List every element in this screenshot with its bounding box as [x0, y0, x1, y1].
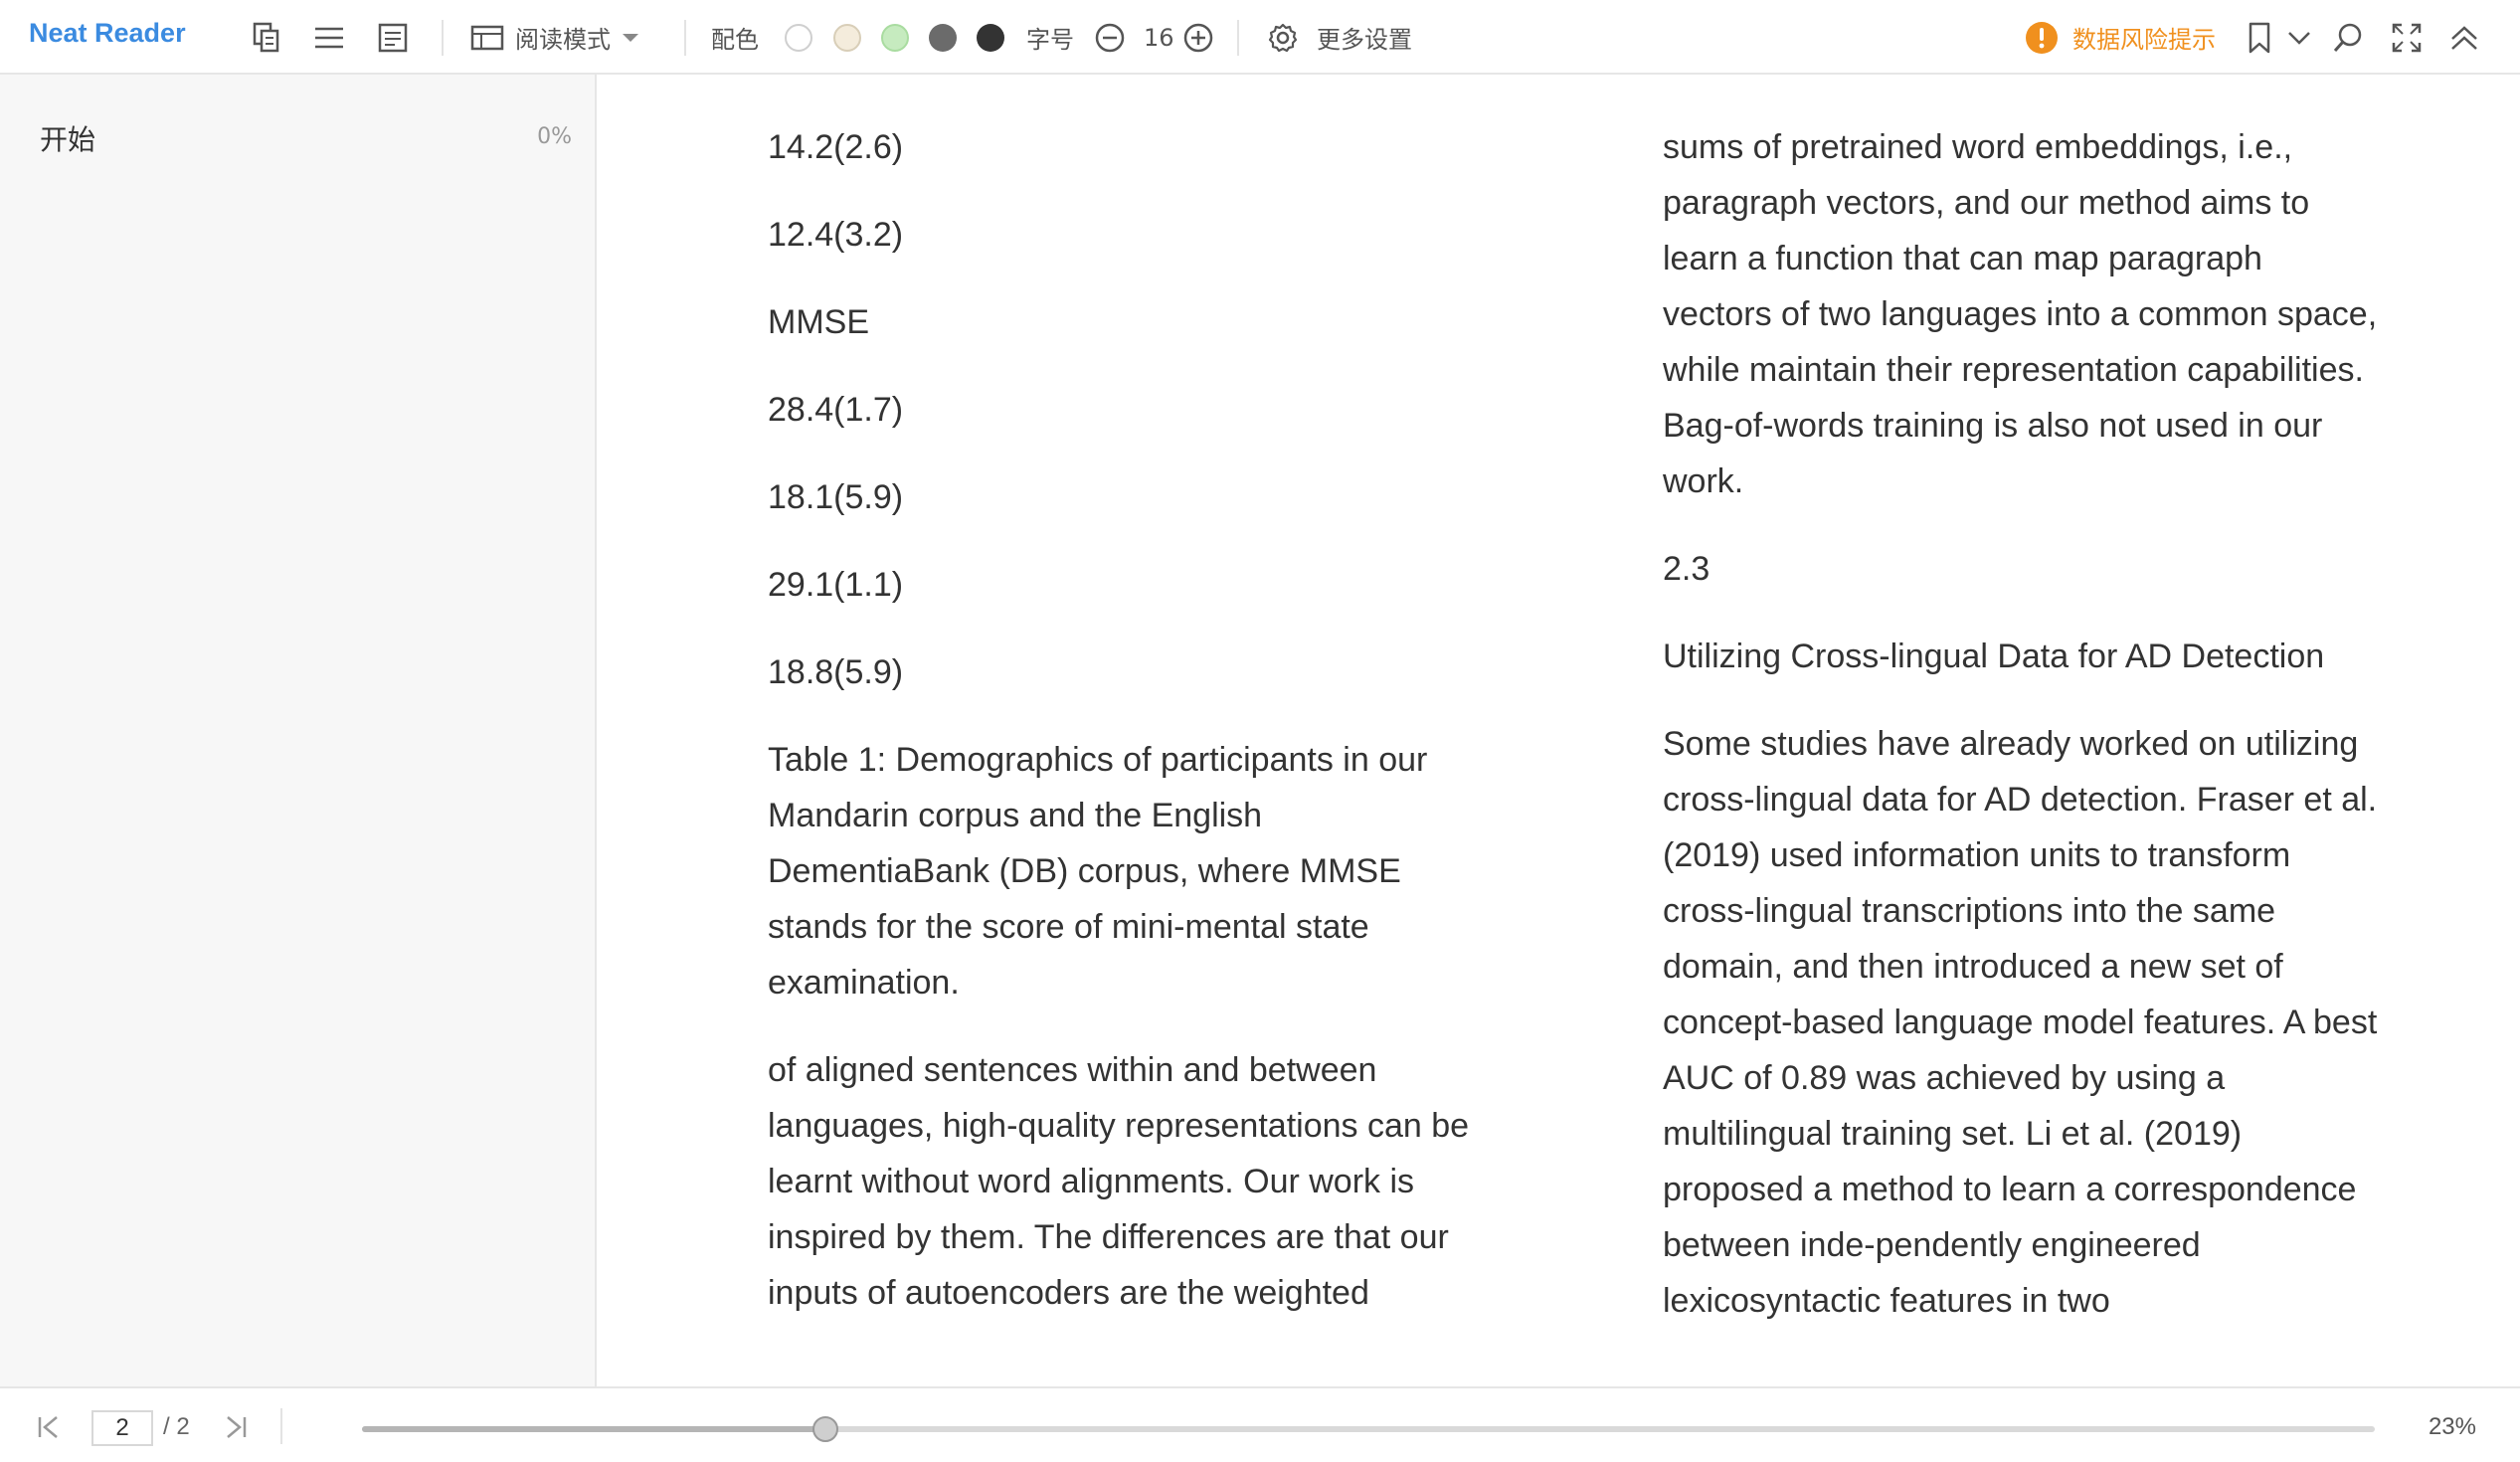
footer-divider	[280, 1408, 282, 1444]
toolbar-divider	[1237, 20, 1239, 56]
data-risk-warning[interactable]: 数据风险提示	[2025, 0, 2216, 75]
page-total: / 2	[163, 1413, 190, 1440]
page-number-input[interactable]: 2	[91, 1410, 153, 1446]
increase-font-icon[interactable]	[1182, 0, 1214, 75]
table-cell-text: 18.1(5.9)	[768, 478, 904, 516]
table-cell-text: 28.4(1.7)	[768, 391, 904, 429]
font-size-label: 字号	[1026, 26, 1074, 54]
data-risk-label: 数据风险提示	[2072, 26, 2216, 54]
body-paragraph: of aligned sentences within and between …	[768, 1051, 1470, 1312]
page-column-left: 14.2(2.6) 12.4(3.2) MMSE 28.4(1.7) 18.1(…	[768, 119, 1484, 1353]
fullscreen-icon[interactable]	[2391, 0, 2423, 75]
progress-fill	[362, 1426, 825, 1432]
progress-percent: 23%	[2428, 1413, 2476, 1440]
section-heading: Utilizing Cross-lingual Data for AD Dete…	[1663, 638, 2325, 675]
reading-mode-dropdown[interactable]: 阅读模式	[469, 0, 640, 75]
font-size-label-wrap: 字号	[1026, 0, 1074, 75]
swatch-green[interactable]	[881, 24, 909, 52]
swatch-dark[interactable]	[977, 24, 1004, 52]
body-paragraph: sums of pretrained word embeddings, i.e.…	[1663, 128, 2378, 500]
reading-progress-slider[interactable]	[362, 1416, 2375, 1442]
body-paragraph: Some studies have already worked on util…	[1663, 725, 2378, 1320]
font-size-value-wrap: 16	[1144, 0, 1174, 75]
toc-item-label: 开始	[40, 123, 96, 156]
toc-item-start[interactable]: 开始 0%	[40, 118, 572, 168]
section-number: 2.3	[1663, 550, 1710, 588]
collapse-toolbar-icon[interactable]	[2448, 0, 2480, 75]
app-title[interactable]: Neat Reader	[29, 18, 186, 49]
reading-area: 14.2(2.6) 12.4(3.2) MMSE 28.4(1.7) 18.1(…	[597, 75, 2520, 1386]
more-settings-label: 更多设置	[1317, 26, 1412, 54]
first-page-icon[interactable]	[36, 1414, 62, 1440]
search-icon[interactable]	[2331, 0, 2365, 75]
chevron-down-icon[interactable]	[2285, 0, 2313, 75]
toolbar-divider	[442, 20, 444, 56]
notes-icon[interactable]	[375, 0, 411, 75]
last-page-icon[interactable]	[223, 1414, 249, 1440]
color-scheme-label: 配色	[711, 26, 759, 54]
font-size-value: 16	[1144, 23, 1174, 52]
swatch-gray[interactable]	[929, 24, 957, 52]
table-cell-text: 29.1(1.1)	[768, 566, 904, 604]
toc-item-percent: 0%	[537, 124, 572, 149]
table-of-contents-icon[interactable]	[311, 0, 347, 75]
table-cell-text: 14.2(2.6)	[768, 128, 904, 166]
toc-sidebar: 开始 0%	[0, 75, 597, 1386]
table-cell-text: 18.8(5.9)	[768, 653, 904, 691]
toolbar: Neat Reader 阅读模式 配色 字号 16 更多设置 数据风险提示	[0, 0, 2520, 75]
table-cell-text: 12.4(3.2)	[768, 216, 904, 254]
reading-mode-label: 阅读模式	[515, 26, 611, 54]
bookmark-icon[interactable]	[2246, 0, 2273, 75]
swatch-white[interactable]	[785, 24, 812, 52]
toolbar-divider	[684, 20, 686, 56]
copy-icon[interactable]	[249, 0, 284, 75]
gear-icon	[1268, 23, 1298, 52]
caret-down-icon	[623, 33, 638, 42]
warning-icon	[2026, 21, 2058, 54]
decrease-font-icon[interactable]	[1094, 0, 1126, 75]
layout-icon	[470, 25, 504, 50]
progress-thumb[interactable]	[811, 1416, 838, 1442]
footer-bar: 2 / 2 23%	[0, 1386, 2520, 1462]
more-settings-button[interactable]: 更多设置	[1267, 0, 1412, 75]
table-cell-text: MMSE	[768, 303, 869, 341]
swatch-beige[interactable]	[833, 24, 861, 52]
table-caption: Table 1: Demographics of participants in…	[768, 741, 1428, 1002]
color-scheme-label-wrap: 配色	[711, 0, 759, 75]
page-column-right: sums of pretrained word embeddings, i.e.…	[1663, 119, 2379, 1361]
